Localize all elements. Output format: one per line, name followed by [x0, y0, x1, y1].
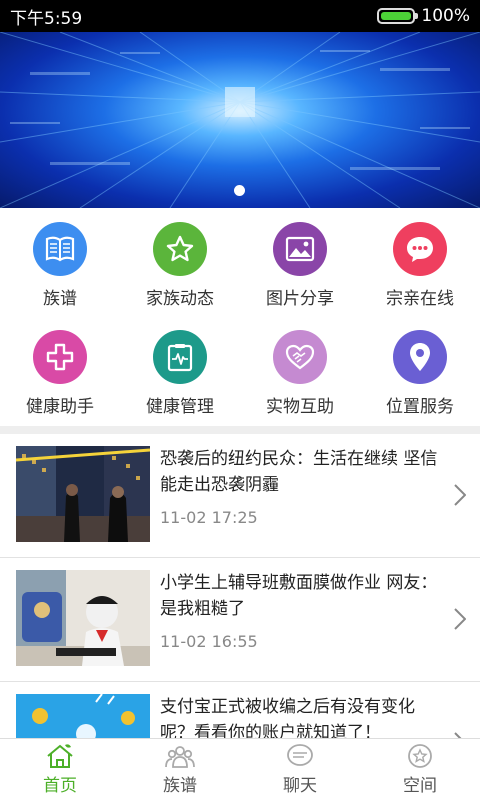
section-divider [0, 426, 480, 434]
feature-label: 健康助手 [26, 397, 94, 417]
feature-label: 图片分享 [266, 289, 334, 309]
battery-percent: 100% [421, 6, 470, 26]
tab-chat[interactable]: 聊天 [240, 739, 360, 800]
status-right: 100% [377, 6, 470, 26]
chat-bubble-icon [287, 744, 313, 766]
status-time: 下午5:59 [10, 8, 83, 29]
feature-label: 宗亲在线 [386, 289, 454, 309]
chevron-right-icon [454, 608, 466, 630]
tab-label: 聊天 [283, 776, 317, 796]
news-thumbnail [16, 570, 150, 666]
news-time: 11-02 16:55 [160, 632, 258, 651]
feature-location-service[interactable]: 位置服务 [360, 330, 480, 438]
picture-icon [273, 222, 327, 276]
medical-cross-icon [33, 330, 87, 384]
feature-photo-share[interactable]: 图片分享 [240, 222, 360, 330]
tab-label: 族谱 [163, 776, 197, 796]
chat-icon [393, 222, 447, 276]
family-icon [165, 746, 195, 768]
banner-image [0, 32, 480, 208]
feature-genealogy[interactable]: 族谱 [0, 222, 120, 330]
list-item[interactable]: 恐袭后的纽约民众：生活在继续 坚信能走出恐袭阴霾 11-02 17:25 [0, 434, 480, 558]
news-thumbnail [16, 446, 150, 542]
chevron-right-icon [454, 484, 466, 506]
health-monitor-icon [153, 330, 207, 384]
news-time: 11-02 17:25 [160, 508, 258, 527]
space-icon [408, 744, 432, 768]
news-text: 小学生上辅导班敷面膜做作业 网友：是我粗糙了 11-02 16:55 [160, 570, 442, 669]
tab-space[interactable]: 空间 [360, 739, 480, 800]
bottom-tab-bar: 首页 族谱 聊天 空间 [0, 738, 480, 800]
feature-label: 家族动态 [146, 289, 214, 309]
status-bar: 下午5:59 100% [0, 0, 480, 32]
feature-family-news[interactable]: 家族动态 [120, 222, 240, 330]
handshake-icon [273, 330, 327, 384]
tab-genealogy[interactable]: 族谱 [120, 739, 240, 800]
feature-label: 健康管理 [146, 397, 214, 417]
banner-carousel[interactable] [0, 32, 480, 208]
feature-label: 位置服务 [386, 397, 454, 417]
news-text: 恐袭后的纽约民众：生活在继续 坚信能走出恐袭阴霾 11-02 17:25 [160, 446, 442, 545]
tab-home[interactable]: 首页 [0, 739, 120, 800]
tab-label: 首页 [43, 776, 77, 796]
battery-icon [377, 8, 419, 24]
home-icon [47, 744, 73, 768]
carousel-indicator-dot[interactable] [234, 185, 245, 196]
list-item[interactable]: 小学生上辅导班敷面膜做作业 网友：是我粗糙了 11-02 16:55 [0, 558, 480, 682]
tab-label: 空间 [403, 776, 437, 796]
feature-kin-online[interactable]: 宗亲在线 [360, 222, 480, 330]
feature-grid: 族谱 家族动态 图片分享 宗亲在线 健康助手 健康管理 实物互助 位置服务 [0, 208, 480, 428]
news-title: 恐袭后的纽约民众：生活在继续 坚信能走出恐袭阴霾 [160, 449, 438, 495]
feature-health-assistant[interactable]: 健康助手 [0, 330, 120, 438]
star-icon [153, 222, 207, 276]
news-title: 小学生上辅导班敷面膜做作业 网友：是我粗糙了 [160, 573, 438, 619]
book-icon [33, 222, 87, 276]
feature-item-mutual-aid[interactable]: 实物互助 [240, 330, 360, 438]
location-pin-icon [393, 330, 447, 384]
feature-health-management[interactable]: 健康管理 [120, 330, 240, 438]
feature-label: 实物互助 [266, 397, 334, 417]
feature-label: 族谱 [43, 289, 77, 309]
